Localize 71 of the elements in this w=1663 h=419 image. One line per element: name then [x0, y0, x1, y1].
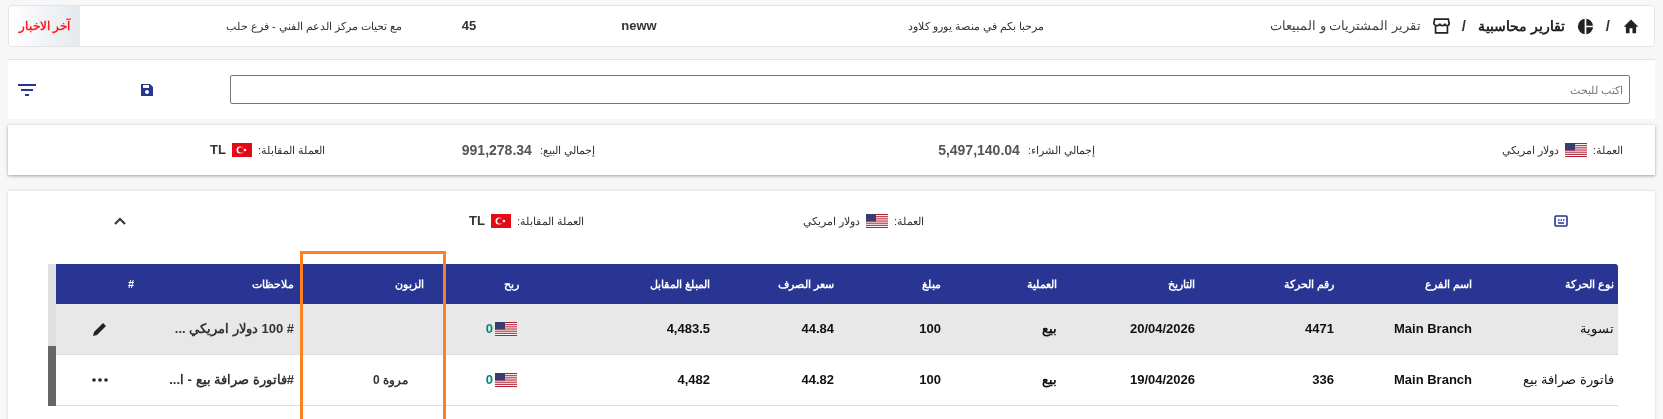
table-cell-text: 336 [1311, 371, 1335, 390]
table-cell-text: 100 [918, 371, 942, 390]
pie-chart-icon [1576, 17, 1594, 35]
currency-value: دولار امريكي [1501, 142, 1559, 159]
column-header[interactable]: مبلغ [838, 264, 945, 304]
us-flag-icon [865, 214, 888, 228]
keyboard-icon[interactable] [1554, 215, 1568, 227]
purchase-total-label: إجمالي الشراء: [1027, 142, 1095, 159]
column-header[interactable]: نوع الحركة [1476, 264, 1618, 304]
currency-label: العملة: [893, 213, 924, 229]
save-icon [140, 82, 154, 97]
table-cell-text: فاتورة صرافة بيع [1521, 371, 1615, 390]
news-message: مرحبا بكم في منصة يورو كلاود [906, 18, 1044, 35]
chevron-up-icon[interactable] [114, 217, 126, 225]
table-cell-text: 4,482 [676, 371, 711, 390]
column-header[interactable]: العملية [945, 264, 1061, 304]
us-flag-icon [495, 322, 517, 336]
news-message: 45 [460, 17, 478, 36]
table-cell-text: بيع [1041, 371, 1058, 390]
table-cell-text: 19/04/2026 [1128, 371, 1196, 390]
pencil-icon [92, 321, 108, 337]
currency-value: دولار امريكي [802, 213, 860, 230]
counter-currency-value: TL [210, 141, 226, 160]
us-flag-icon [1564, 143, 1587, 157]
counter-currency-value: TL [469, 212, 485, 231]
breadcrumb-separator: / [1605, 15, 1610, 36]
page-title: تقرير المشتريات و المبيعات [1269, 17, 1421, 36]
column-header[interactable]: رقم الحركة [1199, 264, 1338, 304]
table-cell-text: 44.84 [800, 320, 835, 339]
breadcrumb-separator: / [1461, 15, 1466, 36]
table-cell-text: #فاتورة صرافة بيع - ا... [169, 371, 294, 390]
column-header[interactable]: التاريخ [1061, 264, 1199, 304]
table-cell-text: 100 [918, 320, 942, 339]
filter-icon [18, 83, 36, 96]
table-cell-text: Main Branch [1393, 371, 1473, 390]
column-header[interactable]: # [56, 264, 138, 304]
table-cell-text: 4,483.5 [665, 320, 711, 339]
table-cell-text: 44.82 [800, 371, 835, 390]
counter-currency-label: العملة المقابلة: [516, 213, 584, 229]
counter-currency-label: العملة المقابلة: [257, 142, 325, 158]
breadcrumb-link[interactable]: تقارير محاسبية [1477, 15, 1565, 37]
currency-label: العملة: [1592, 142, 1623, 158]
more-icon [92, 378, 108, 382]
profit-value: 0 [485, 372, 493, 388]
us-flag-icon [495, 373, 517, 387]
table-cell-text: 4471 [1304, 320, 1335, 339]
column-header[interactable]: المبلغ المقابل [523, 264, 714, 304]
table-cell-text: # 100 دولار امريكي ... [174, 320, 294, 339]
table-cell-text: Main Branch [1393, 320, 1473, 339]
turkey-flag-icon [490, 214, 511, 228]
news-message: neww [620, 17, 658, 36]
turkey-flag-icon [231, 143, 252, 157]
table-cell-text: 20/04/2026 [1128, 320, 1196, 339]
sale-total-label: إجمالي البيع: [539, 142, 595, 159]
column-header[interactable]: سعر الصرف [714, 264, 838, 304]
table-cell-text: بيع [1041, 320, 1058, 339]
scrollbar-thumb[interactable] [48, 346, 56, 406]
search-field[interactable]: اكتب للبحث [230, 75, 1630, 104]
news-label: آخر الاخبار [9, 6, 81, 46]
home-icon[interactable] [1622, 18, 1640, 34]
news-message: مع تحيات مركز الدعم الفني - فرع حلب [224, 18, 403, 35]
profit-value: 0 [485, 321, 493, 337]
store-icon [1432, 18, 1450, 34]
column-header[interactable]: الزبون [298, 264, 428, 304]
column-header[interactable]: اسم الفرع [1338, 264, 1476, 304]
table-cell-text: تسوية [1579, 320, 1615, 339]
table-cell-text: مروة 0 [372, 372, 408, 389]
column-header[interactable]: ملاحظات [138, 264, 298, 304]
purchase-total-value: 5,497,140.04 [938, 140, 1020, 160]
sale-total-value: 991,278.34 [461, 140, 532, 160]
column-header[interactable]: ربح [428, 264, 523, 304]
